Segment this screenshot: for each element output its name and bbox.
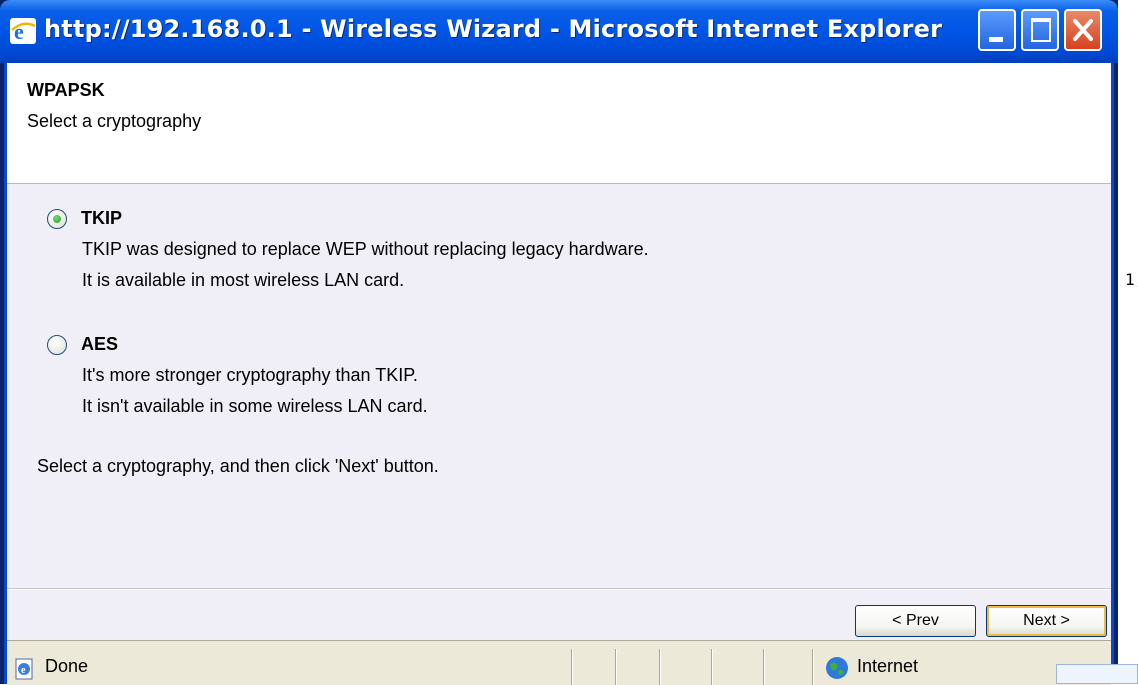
aes-label[interactable]: AES — [81, 334, 118, 355]
minimize-button[interactable] — [978, 9, 1016, 51]
internet-globe-icon — [826, 657, 848, 679]
status-text: Done — [45, 656, 89, 676]
wizard-header: WPAPSK Select a cryptography — [7, 63, 1111, 184]
background-text-fragment: 1, — [1125, 270, 1138, 289]
instruction-text: Select a cryptography, and then click 'N… — [37, 456, 439, 476]
status-bar: e Done Internet — [7, 640, 1111, 685]
aes-description-2: It isn't available in some wireless LAN … — [82, 396, 428, 416]
aes-description-1: It's more stronger cryptography than TKI… — [82, 365, 418, 385]
window-title: http://192.168.0.1 - Wireless Wizard - M… — [44, 15, 943, 43]
status-separator — [659, 649, 660, 685]
minimize-icon — [989, 37, 1003, 42]
status-separator — [763, 649, 764, 685]
maximize-button[interactable] — [1021, 9, 1059, 51]
wizard-frame: WPAPSK Select a cryptography TKIP TKIP w… — [4, 63, 1114, 685]
status-separator — [812, 649, 813, 685]
title-bar[interactable]: e http://192.168.0.1 - Wireless Wizard -… — [0, 0, 1118, 63]
wizard-content: TKIP TKIP was designed to replace WEP wi… — [7, 184, 1111, 589]
button-bar: < Prev Next > — [7, 590, 1111, 640]
taskbar-fragment — [1056, 664, 1138, 684]
tkip-label[interactable]: TKIP — [81, 208, 122, 229]
prev-button[interactable]: < Prev — [855, 605, 976, 637]
page-title: WPAPSK — [27, 80, 105, 100]
maximize-icon — [1031, 18, 1051, 42]
option-aes[interactable]: AES — [47, 334, 118, 355]
aes-radio[interactable] — [47, 334, 67, 355]
close-icon — [1073, 19, 1093, 41]
browser-window: e http://192.168.0.1 - Wireless Wizard -… — [0, 0, 1118, 685]
status-separator — [711, 649, 712, 685]
next-button[interactable]: Next > — [986, 605, 1107, 637]
status-separator — [571, 649, 572, 685]
close-button[interactable] — [1064, 9, 1102, 51]
tkip-radio[interactable] — [47, 208, 67, 229]
ie-icon: e — [10, 18, 36, 44]
status-separator — [615, 649, 616, 685]
svg-text:e: e — [14, 19, 24, 44]
page-subtitle: Select a cryptography — [27, 111, 202, 131]
svg-text:e: e — [21, 665, 26, 676]
security-zone: Internet — [857, 656, 919, 676]
option-tkip[interactable]: TKIP — [47, 208, 122, 229]
page-done-icon: e — [15, 658, 33, 680]
tkip-description-1: TKIP was designed to replace WEP without… — [82, 239, 649, 259]
tkip-description-2: It is available in most wireless LAN car… — [82, 270, 405, 290]
